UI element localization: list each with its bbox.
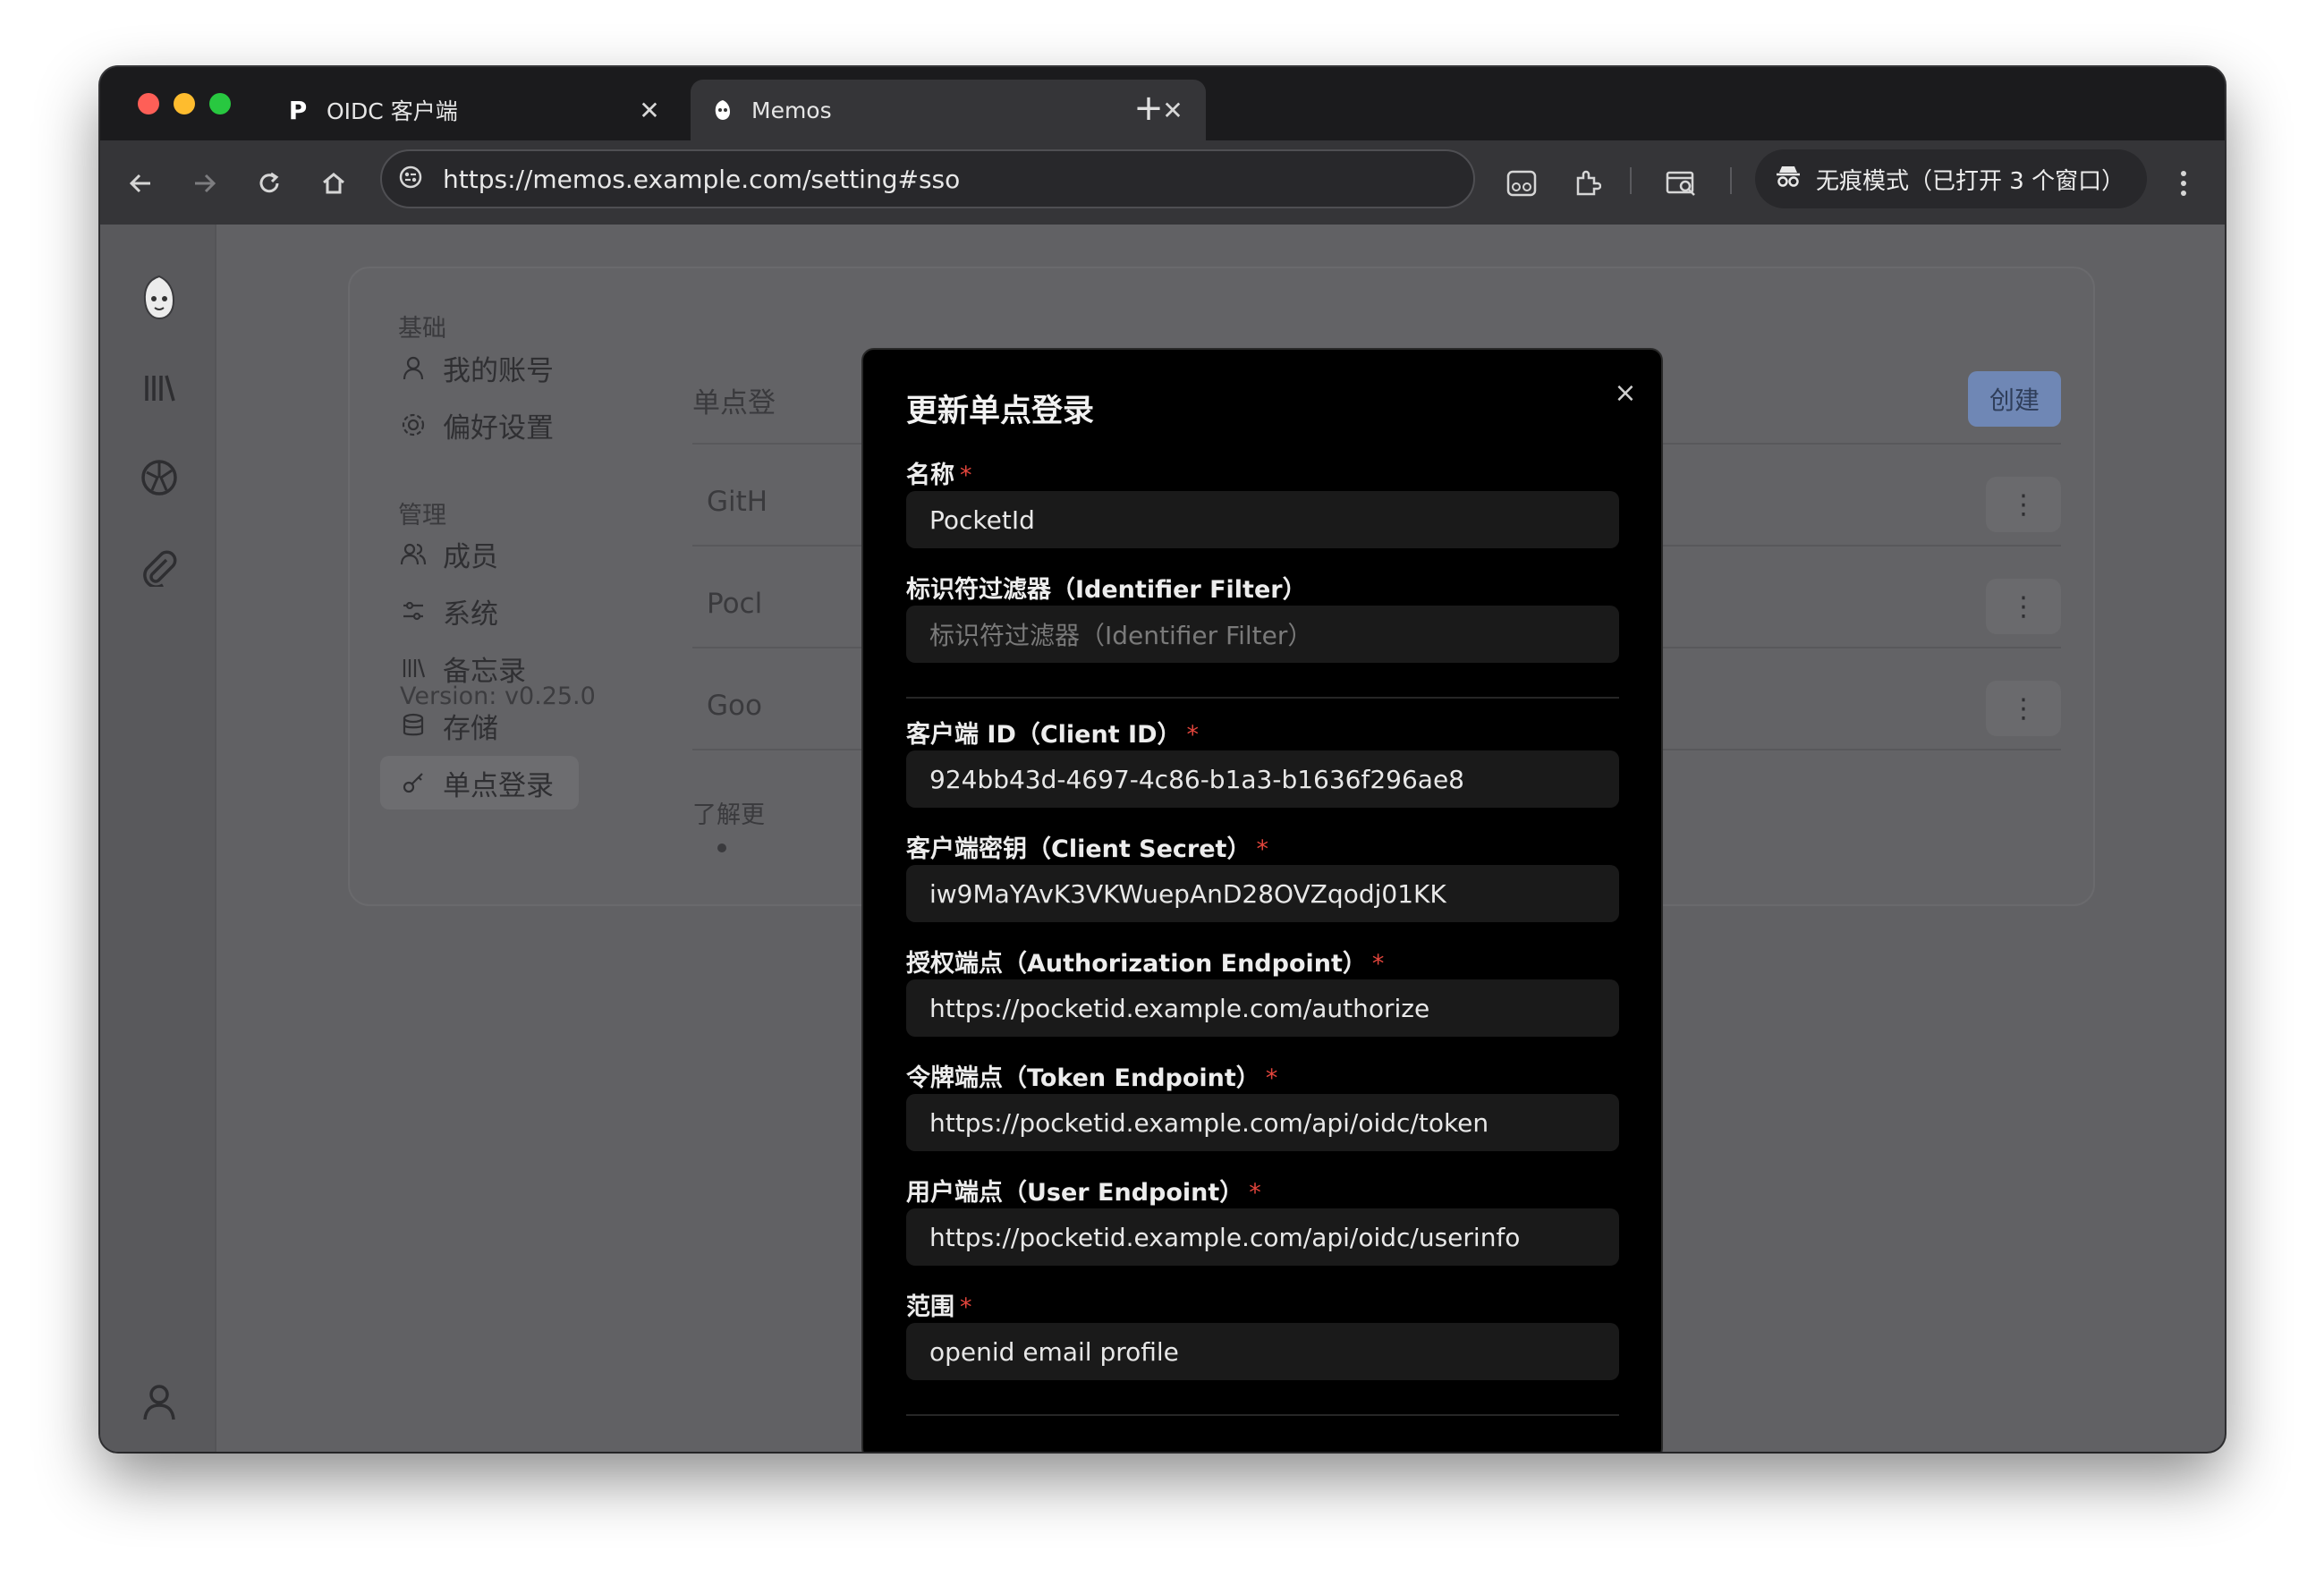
toolbar-separator (1630, 167, 1632, 194)
learn-more-text: 了解更 (692, 801, 765, 829)
section-basic: 基础 (398, 315, 446, 343)
row-more-button[interactable]: ⋮ (1986, 579, 2061, 634)
url-text: https://memos.example.com/setting#sso (443, 164, 961, 194)
memos-logo-icon[interactable] (136, 275, 182, 321)
sso-heading: 单点登 (692, 387, 776, 420)
library-icon[interactable] (136, 365, 182, 411)
new-tab-button[interactable]: + (1124, 87, 1173, 131)
scopes-input[interactable]: openid email profile (906, 1323, 1619, 1380)
create-sso-button[interactable]: 创建 (1968, 371, 2061, 427)
nav-label: 成员 (443, 540, 498, 573)
tab-search-icon[interactable] (1660, 162, 1703, 205)
app-sidebar (100, 225, 216, 1452)
close-tab-icon[interactable]: ✕ (636, 96, 663, 125)
reader-mode-icon[interactable] (1500, 162, 1543, 205)
update-sso-dialog: 更新单点登录 × 名称 * PocketId 标识符过滤器（Identifier … (861, 348, 1663, 1452)
minimize-window-button[interactable] (174, 93, 195, 114)
sso-row-name: Goo (707, 690, 762, 722)
address-bar[interactable]: https://memos.example.com/setting#sso (380, 149, 1475, 208)
row-more-button[interactable]: ⋮ (1986, 681, 2061, 736)
close-window-button[interactable] (138, 93, 159, 114)
token-endpoint-label: 令牌端点（Token Endpoint） * (906, 1064, 1278, 1092)
nav-label: 偏好设置 (443, 411, 554, 445)
pocketid-favicon-icon: P (288, 95, 308, 125)
nav-members[interactable]: 成员 (380, 527, 498, 581)
user-endpoint-label: 用户端点（User Endpoint） * (906, 1179, 1261, 1207)
list-bullet (717, 843, 726, 852)
sso-row-name: Pocl (707, 588, 763, 620)
nav-label: 存储 (443, 712, 498, 745)
dialog-title: 更新单点登录 (906, 394, 1095, 429)
row-more-button[interactable]: ⋮ (1986, 477, 2061, 532)
memos-favicon-icon (710, 97, 735, 123)
extensions-icon[interactable] (1565, 162, 1608, 205)
tab-title: Memos (751, 97, 832, 123)
nav-my-account[interactable]: 我的账号 (380, 341, 554, 394)
client-id-input[interactable]: 924bb43d-4697-4c86-b1a3-b1636f296ae8 (906, 750, 1619, 808)
tab-title: OIDC 客户端 (327, 98, 458, 124)
nav-label: 单点登录 (443, 769, 554, 802)
gear-icon (398, 410, 428, 440)
scopes-label: 范围 * (906, 1293, 972, 1321)
users-icon (398, 538, 428, 569)
auth-endpoint-input[interactable]: https://pocketid.example.com/authorize (906, 979, 1619, 1037)
section-admin: 管理 (398, 502, 446, 530)
nav-label: 我的账号 (443, 354, 554, 387)
incognito-label: 无痕模式（已打开 3 个窗口） (1816, 167, 2125, 195)
toolbar-separator (1730, 167, 1732, 194)
library-icon (398, 653, 428, 683)
user-profile-icon[interactable] (136, 1378, 182, 1425)
explore-icon[interactable] (136, 454, 182, 501)
nav-preferences[interactable]: 偏好设置 (380, 398, 554, 452)
key-icon (398, 767, 428, 798)
name-label: 名称 * (906, 462, 972, 489)
browser-window: P OIDC 客户端 ✕ Memos ✕ + https://memos.exa… (100, 67, 2225, 1452)
auth-endpoint-label: 授权端点（Authorization Endpoint） * (906, 950, 1385, 978)
user-icon (398, 352, 428, 383)
incognito-indicator[interactable]: 无痕模式（已打开 3 个窗口） (1755, 149, 2147, 208)
divider (906, 697, 1619, 699)
site-info-icon[interactable] (398, 165, 423, 193)
client-secret-label: 客户端密钥（Client Secret） * (906, 835, 1268, 863)
nav-system[interactable]: 系统 (380, 584, 498, 638)
tab-oidc-client[interactable]: P OIDC 客户端 ✕ (266, 80, 683, 140)
back-icon[interactable] (119, 162, 162, 205)
version-text: Version: v0.25.0 (400, 682, 596, 710)
nav-label: 系统 (443, 598, 498, 631)
name-input[interactable]: PocketId (906, 491, 1619, 548)
home-icon[interactable] (312, 162, 355, 205)
menu-kebab-icon[interactable] (2162, 162, 2205, 205)
incognito-icon (1775, 164, 1802, 195)
database-icon (398, 710, 428, 741)
reload-icon[interactable] (248, 162, 291, 205)
attachment-icon[interactable] (136, 544, 182, 590)
page-content: 基础 我的账号 偏好设置 管理 成员 系统 备忘录 存储 单点登录 Versio… (100, 225, 2225, 1452)
identifier-filter-input[interactable]: 标识符过滤器（Identifier Filter） (906, 606, 1619, 663)
nav-sso[interactable]: 单点登录 (380, 756, 579, 809)
identifier-filter-label: 标识符过滤器（Identifier Filter） (906, 576, 1307, 604)
forward-icon[interactable] (183, 162, 226, 205)
client-secret-input[interactable]: iw9MaYAvK3VKWuepAnD28OVZqodj01KK (906, 865, 1619, 922)
sliders-icon (398, 596, 428, 626)
token-endpoint-input[interactable]: https://pocketid.example.com/api/oidc/to… (906, 1094, 1619, 1151)
maximize-window-button[interactable] (209, 93, 231, 114)
sso-row-name: GitH (707, 486, 768, 518)
user-endpoint-input[interactable]: https://pocketid.example.com/api/oidc/us… (906, 1208, 1619, 1266)
client-id-label: 客户端 ID（Client ID） * (906, 721, 1199, 749)
close-dialog-button[interactable]: × (1607, 375, 1643, 411)
tab-strip: P OIDC 客户端 ✕ Memos ✕ + (100, 67, 2225, 140)
divider (906, 1414, 1619, 1416)
